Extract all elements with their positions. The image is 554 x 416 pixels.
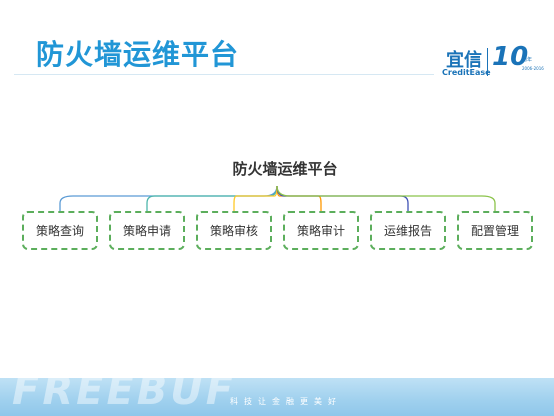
diagram-node: 策略审核 (196, 211, 272, 250)
diagram-node: 运维报告 (370, 211, 446, 250)
diagram-node: 策略查询 (22, 211, 98, 250)
diagram-connectors (59, 185, 496, 219)
diagram-node: 策略申请 (109, 211, 185, 250)
diagram-node: 策略审计 (283, 211, 359, 250)
diagram-node: 配置管理 (457, 211, 533, 250)
watermark-text: FREEBUF (12, 368, 237, 414)
footer-slogan: 科技让金融更美好 (230, 397, 342, 406)
